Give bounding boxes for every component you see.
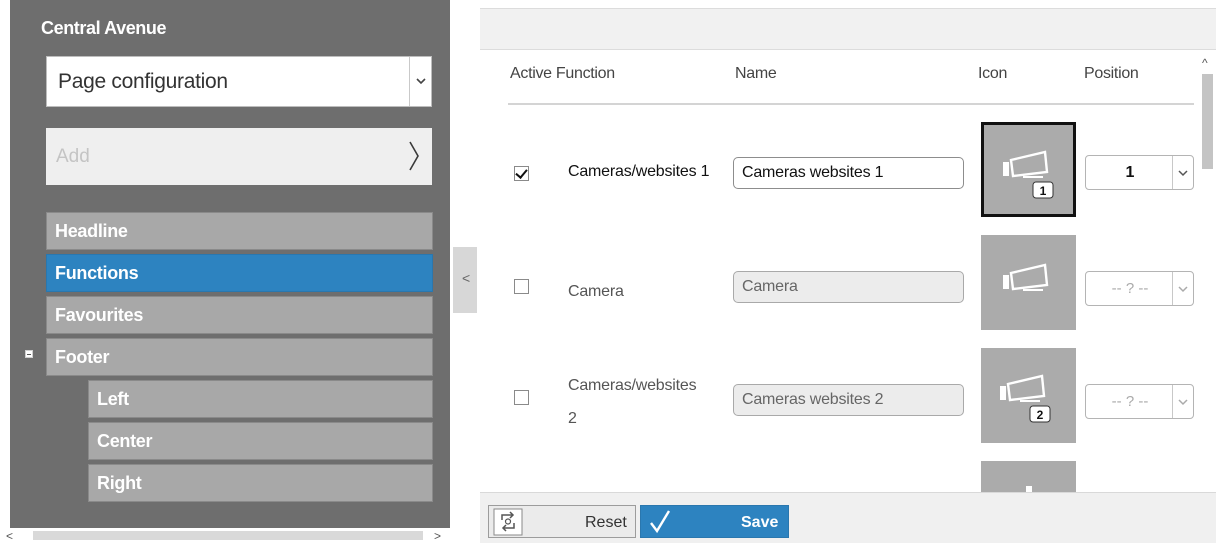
tree-item-label: Favourites (55, 305, 144, 325)
column-header-name: Name (735, 65, 777, 82)
page-select-toggle[interactable] (409, 57, 431, 106)
tree-item-label: Headline (55, 221, 128, 241)
camera-icon: 1 (1003, 150, 1054, 199)
tree-item-footer[interactable]: Footer (46, 338, 433, 376)
tree-item-right[interactable]: Right (88, 464, 433, 502)
scroll-right-icon[interactable]: > (434, 529, 441, 543)
icon-badge: 2 (1037, 408, 1044, 422)
sidebar: Central Avenue Page configuration Add He… (0, 0, 450, 528)
function-label-line-2: 2 (568, 410, 577, 427)
chevron-down-icon (416, 78, 426, 85)
chevron-down-icon (1178, 170, 1188, 177)
column-header-position: Position (1084, 65, 1139, 82)
camera-icon: 2 (1000, 374, 1051, 423)
add-button[interactable]: Add (46, 128, 432, 185)
active-checkbox[interactable] (514, 166, 529, 181)
reset-button-label: Reset (585, 514, 627, 531)
position-select-toggle[interactable] (1172, 156, 1193, 189)
position-select-value: -- ? -- (1111, 393, 1149, 410)
column-header-icon: Icon (978, 65, 1008, 82)
chevron-left-icon: < (462, 270, 471, 286)
tree-item-favourites[interactable]: Favourites (46, 296, 433, 334)
function-label-line-1: Cameras/websites (568, 377, 697, 394)
name-input-value: Cameras websites 1 (742, 164, 884, 181)
name-input-value: Camera (742, 278, 798, 295)
chevron-right-icon (409, 141, 419, 171)
position-select-value: 1 (1125, 164, 1135, 181)
active-checkbox[interactable] (514, 279, 529, 294)
function-label: Cameras/websites 1 (568, 163, 710, 180)
function-label: Camera (568, 283, 624, 300)
position-select-toggle[interactable] (1172, 272, 1193, 305)
save-button[interactable]: Save (640, 505, 789, 538)
scrollbar-track[interactable] (33, 531, 423, 540)
position-select[interactable]: -- ? -- (1085, 384, 1194, 419)
name-input-value: Cameras websites 2 (742, 391, 884, 408)
camera-icon (1003, 263, 1049, 291)
name-input[interactable]: Cameras websites 2 (733, 384, 964, 416)
icon-tile[interactable] (981, 461, 1076, 493)
icon-tile[interactable] (981, 235, 1076, 330)
tree-item-label: Functions (55, 263, 139, 283)
content-toolbar (480, 8, 1216, 50)
reset-icon (493, 508, 523, 536)
position-select-toggle[interactable] (1172, 385, 1193, 418)
add-button-label: Add (56, 146, 90, 167)
collapse-panel-button[interactable]: < (453, 247, 477, 313)
tree-item-left[interactable]: Left (88, 380, 433, 418)
scroll-left-icon[interactable]: < (6, 529, 13, 543)
tree-item-label: Center (97, 431, 153, 451)
name-input[interactable]: Camera (733, 271, 964, 303)
site-title: Central Avenue (41, 18, 167, 38)
chevron-down-icon (1178, 286, 1188, 293)
collapse-icon[interactable] (25, 350, 33, 358)
chevron-down-icon (1178, 399, 1188, 406)
tree-item-label: Footer (55, 347, 110, 367)
reset-button[interactable]: Reset (488, 505, 636, 538)
save-button-label: Save (741, 514, 779, 531)
sidebar-horizontal-scrollbar[interactable]: < > (0, 528, 450, 543)
scrollbar-thumb[interactable] (1202, 74, 1213, 169)
checkmark-icon (650, 510, 671, 534)
position-select[interactable]: 1 (1085, 155, 1194, 190)
page-select[interactable]: Page configuration (46, 56, 432, 107)
position-select-value: -- ? -- (1111, 280, 1149, 297)
tree-item-label: Right (97, 473, 142, 493)
scroll-up-icon[interactable]: ^ (1202, 56, 1208, 70)
content-vertical-scrollbar[interactable]: ^ (1198, 52, 1216, 490)
active-checkbox[interactable] (514, 390, 529, 405)
tree-item-functions[interactable]: Functions (46, 254, 433, 292)
page-select-value: Page configuration (58, 70, 228, 93)
tree-item-label: Left (97, 389, 129, 409)
icon-tile[interactable]: 2 (981, 348, 1076, 443)
column-header-active-function: Active Function (510, 65, 615, 82)
name-input[interactable]: Cameras websites 1 (733, 157, 964, 189)
icon-tile[interactable]: 1 (981, 122, 1076, 217)
panel-splitter: < (450, 0, 480, 543)
header-divider (508, 103, 1194, 105)
icon-badge: 1 (1040, 184, 1047, 198)
tree-item-center[interactable]: Center (88, 422, 433, 460)
app-root: Central Avenue Page configuration Add He… (0, 0, 1216, 543)
position-select[interactable]: -- ? -- (1085, 271, 1194, 306)
tree-item-headline[interactable]: Headline (46, 212, 433, 250)
sidebar-margin (0, 0, 10, 528)
